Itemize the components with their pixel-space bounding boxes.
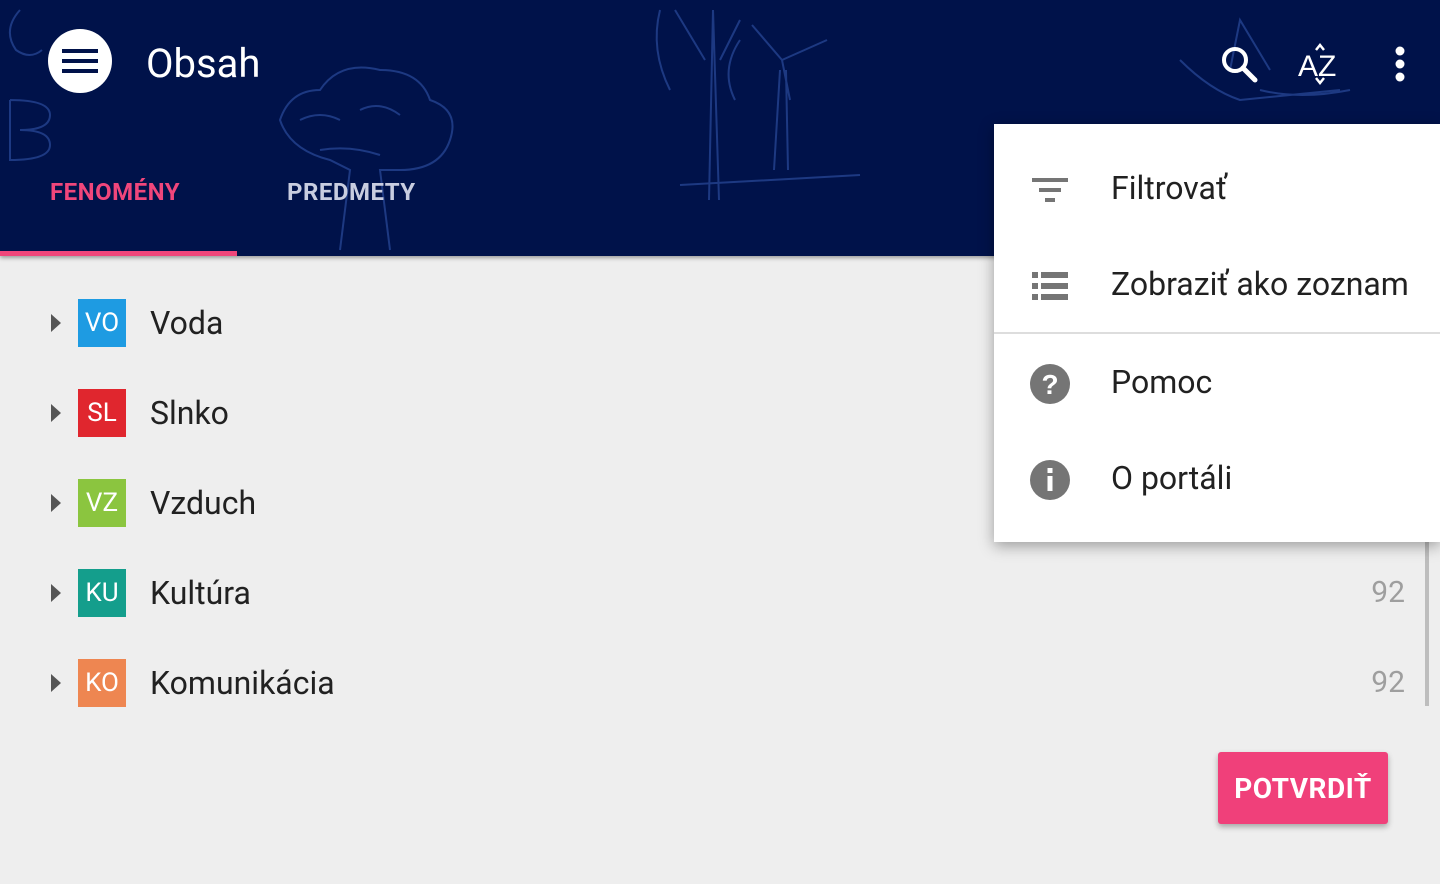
active-tab-indicator: [0, 251, 237, 256]
page-title: Obsah: [146, 40, 261, 87]
menu-label: Zobraziť ako zoznam: [1111, 265, 1409, 303]
hamburger-menu-button[interactable]: [48, 29, 112, 93]
overflow-menu: Filtrovať Zobraziť ako zoznam ? Pomoc O …: [994, 124, 1440, 542]
filter-icon: [1028, 168, 1072, 212]
help-icon: ?: [1028, 362, 1072, 406]
phenomenon-name: Kultúra: [150, 574, 251, 612]
phenomenon-badge: VO: [78, 299, 126, 347]
list-item-komunikacia[interactable]: KO Komunikácia 92: [0, 638, 1440, 728]
sort-az-button[interactable]: AZ: [1292, 36, 1348, 92]
list-item-kultura[interactable]: KU Kultúra 92: [0, 548, 1440, 638]
more-options-button[interactable]: [1372, 36, 1428, 92]
phenomenon-badge: KU: [78, 569, 126, 617]
expand-arrow-icon[interactable]: [51, 674, 61, 692]
menu-item-filter[interactable]: Filtrovať: [994, 140, 1440, 236]
info-icon: [1028, 458, 1072, 502]
menu-item-help[interactable]: ? Pomoc: [994, 334, 1440, 430]
phenomenon-name: Komunikácia: [150, 664, 335, 702]
list-scrollbar[interactable]: [1425, 540, 1429, 706]
expand-arrow-icon[interactable]: [51, 314, 61, 332]
menu-item-about[interactable]: O portáli: [994, 430, 1440, 526]
list-view-icon: [1028, 264, 1072, 308]
sort-az-icon: AZ: [1298, 42, 1336, 86]
svg-text:?: ?: [1041, 369, 1058, 400]
phenomenon-badge: SL: [78, 389, 126, 437]
phenomenon-badge: KO: [78, 659, 126, 707]
search-button[interactable]: [1211, 36, 1267, 92]
expand-arrow-icon[interactable]: [51, 584, 61, 602]
tab-fenomeny[interactable]: FENOMÉNY: [50, 170, 180, 214]
menu-label: Filtrovať: [1111, 169, 1228, 207]
phenomenon-badge: VZ: [78, 479, 126, 527]
expand-arrow-icon[interactable]: [51, 404, 61, 422]
phenomenon-name: Slnko: [150, 394, 229, 432]
item-count: 92: [1371, 665, 1405, 700]
search-icon: [1222, 47, 1258, 83]
more-vert-icon: [1395, 46, 1405, 82]
hamburger-icon: [62, 49, 98, 73]
menu-item-list-view[interactable]: Zobraziť ako zoznam: [994, 236, 1440, 332]
expand-arrow-icon[interactable]: [51, 494, 61, 512]
confirm-button[interactable]: POTVRDIŤ: [1218, 752, 1388, 824]
phenomenon-name: Vzduch: [150, 484, 257, 522]
menu-label: Pomoc: [1111, 363, 1213, 401]
item-count: 92: [1371, 575, 1405, 610]
tab-predmety[interactable]: PREDMETY: [287, 170, 416, 214]
phenomenon-name: Voda: [150, 304, 224, 342]
menu-label: O portáli: [1111, 459, 1233, 497]
